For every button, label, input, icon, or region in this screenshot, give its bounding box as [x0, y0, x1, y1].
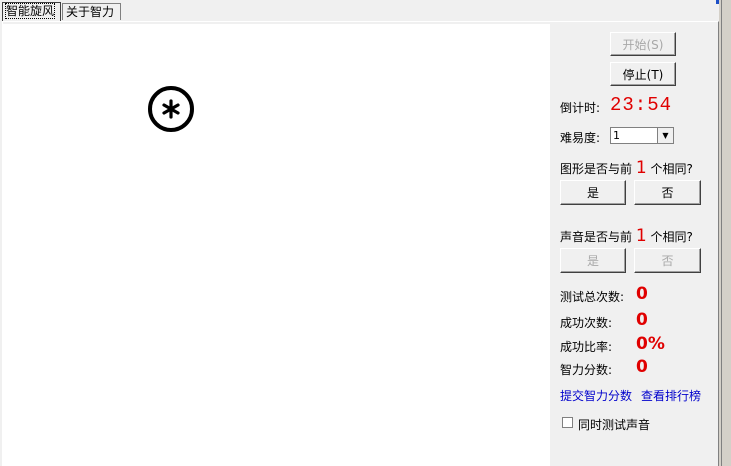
sound-question-suffix: 个相同?: [650, 230, 693, 244]
sound-test-label: 同时测试声音: [578, 418, 651, 432]
shape-question-n: 1: [635, 158, 647, 178]
difficulty-value: 1: [613, 129, 620, 142]
total-tests-label: 测试总次数:: [560, 290, 625, 304]
start-button[interactable]: 开始(S): [610, 32, 676, 56]
sound-yes-button[interactable]: 是: [560, 248, 626, 273]
circled-asterisk-icon: [148, 86, 194, 132]
success-count-value: 0: [636, 310, 648, 330]
tab-label: 关于智力: [66, 5, 115, 19]
tab-about-intelligence[interactable]: 关于智力: [62, 3, 121, 20]
iq-score-value: 0: [636, 357, 648, 377]
window-right-border: [719, 0, 731, 466]
sound-question: 声音是否与前 1 个相同?: [560, 226, 693, 246]
shape-question-suffix: 个相同?: [650, 162, 693, 176]
sound-test-checkbox[interactable]: [562, 417, 573, 428]
shape-yes-button[interactable]: 是: [560, 180, 626, 205]
difficulty-select[interactable]: 1 ▼: [610, 127, 674, 144]
sound-no-button[interactable]: 否: [634, 248, 701, 273]
shape-question-prefix: 图形是否与前: [560, 162, 633, 176]
difficulty-label: 难易度:: [560, 131, 601, 145]
total-tests-value: 0: [636, 284, 648, 304]
success-rate-label: 成功比率:: [560, 340, 613, 354]
stimulus-canvas: [3, 24, 550, 466]
ranking-link[interactable]: 查看排行榜: [641, 387, 701, 404]
shape-question: 图形是否与前 1 个相同?: [560, 158, 693, 178]
countdown-value: 23:54: [610, 94, 673, 116]
success-count-label: 成功次数:: [560, 316, 613, 330]
success-rate-value: 0%: [636, 334, 665, 354]
sound-question-prefix: 声音是否与前: [560, 230, 633, 244]
control-panel: 开始(S) 停止(T) 倒计时: 23:54 难易度: 1 ▼ 图形是否与前 1…: [550, 24, 718, 466]
chevron-down-icon[interactable]: ▼: [657, 128, 673, 143]
asterisk-icon: [162, 99, 180, 119]
border-line: [721, 0, 722, 466]
iq-score-label: 智力分数:: [560, 363, 613, 377]
submit-score-link[interactable]: 提交智力分数: [560, 387, 632, 404]
shape-no-button[interactable]: 否: [634, 180, 701, 205]
tab-smart-whirlwind[interactable]: 智能旋风: [2, 2, 61, 21]
tab-label: 智能旋风: [4, 3, 56, 19]
stop-button[interactable]: 停止(T): [610, 62, 676, 86]
countdown-label: 倒计时:: [560, 101, 601, 115]
sound-question-n: 1: [635, 226, 647, 246]
